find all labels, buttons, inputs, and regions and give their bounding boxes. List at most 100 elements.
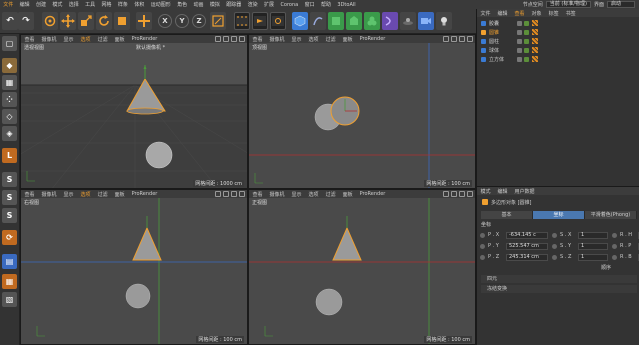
menu-create[interactable]: 创建 (33, 1, 49, 8)
section-quaternion[interactable]: 四元 (481, 275, 637, 283)
keyframe-dot[interactable] (612, 254, 617, 260)
keyframe-dot[interactable] (552, 243, 557, 249)
extrude-icon[interactable] (346, 12, 362, 30)
selected-tool-icon[interactable] (114, 12, 130, 30)
cube-object-icon[interactable] (292, 12, 308, 30)
om-tab-file[interactable]: 文件 (477, 10, 494, 17)
model-mode-icon[interactable]: ◆ (2, 58, 17, 73)
axis-x-button[interactable]: X (158, 14, 172, 28)
maximize-icon[interactable] (467, 191, 473, 197)
tweak-icon[interactable]: ▧ (2, 292, 17, 307)
menu-character[interactable]: 角色 (174, 1, 190, 8)
zoom-icon[interactable] (223, 191, 229, 197)
orbit-icon[interactable] (459, 36, 465, 42)
layer-flag-icon[interactable] (517, 29, 522, 35)
pen-spline-icon[interactable] (310, 12, 326, 30)
vp-menu-cameras[interactable]: 摄像机 (266, 36, 288, 43)
vp-menu-cameras[interactable]: 摄像机 (38, 36, 60, 43)
viewport-right[interactable]: 查看 摄像机 显示 选项 过滤 面板 ProRender 右视图 网格间距 : … (20, 189, 248, 345)
cloner-icon[interactable] (364, 12, 380, 30)
viewport-perspective[interactable]: 查看 摄像机 显示 选项 过滤 面板 ProRender 透视视图 默认摄像机 … (20, 34, 248, 189)
live-select-icon[interactable] (42, 12, 58, 30)
menu-select[interactable]: 选择 (66, 1, 82, 8)
scale-z-field[interactable]: 1 (578, 253, 608, 261)
interface-select[interactable]: 启动 (607, 1, 635, 8)
material-tag-icon[interactable] (532, 38, 538, 44)
vp-menu-cameras[interactable]: 摄像机 (38, 191, 60, 198)
environment-icon[interactable] (400, 12, 416, 30)
keyframe-dot[interactable] (480, 254, 485, 260)
viewport-front[interactable]: 查看 摄像机 显示 选项 过滤 面板 ProRender 正视图 网格间距 : … (248, 189, 476, 345)
menu-3dtoall[interactable]: 3DtoAll (334, 2, 359, 8)
menu-mesh[interactable]: 网格 (98, 1, 114, 8)
attr-tab-mode[interactable]: 模式 (477, 188, 494, 195)
keyframe-dot[interactable] (552, 232, 557, 238)
points-mode-icon[interactable]: ⁘ (2, 92, 17, 107)
layer-icon[interactable]: ▦ (2, 274, 17, 289)
visible-flag-icon[interactable] (524, 20, 529, 26)
object-row-cube[interactable]: 立方体 (481, 55, 538, 63)
layer-flag-icon[interactable] (517, 38, 522, 44)
vp-menu-options[interactable]: 选项 (77, 36, 94, 43)
visible-flag-icon[interactable] (524, 47, 529, 53)
snap-settings-icon[interactable]: S (2, 190, 17, 205)
vp-menu-options[interactable]: 选项 (77, 191, 94, 198)
solo-icon[interactable]: ⟳ (2, 230, 17, 245)
vp-menu-prorender[interactable]: ProRender (356, 191, 389, 197)
vp-menu-display[interactable]: 显示 (288, 191, 305, 198)
orbit-icon[interactable] (231, 191, 237, 197)
vp-menu-cameras[interactable]: 摄像机 (266, 191, 288, 198)
vp-menu-filter[interactable]: 过滤 (94, 36, 111, 43)
deformer-icon[interactable] (382, 12, 398, 30)
menu-window[interactable]: 窗口 (301, 1, 317, 8)
keyframe-dot[interactable] (480, 232, 485, 238)
layer-flag-icon[interactable] (517, 20, 522, 26)
orbit-icon[interactable] (459, 191, 465, 197)
vp-menu-prorender[interactable]: ProRender (128, 36, 161, 42)
light-icon[interactable] (436, 12, 452, 30)
scale-x-field[interactable]: 1 (578, 231, 608, 239)
visible-flag-icon[interactable] (524, 56, 529, 62)
pan-icon[interactable] (215, 36, 221, 42)
visible-flag-icon[interactable] (524, 29, 529, 35)
object-row-capsule[interactable]: 胶囊 (481, 19, 538, 27)
render-active-icon[interactable] (252, 12, 268, 30)
polygons-mode-icon[interactable]: ◈ (2, 126, 17, 141)
move-tool-icon[interactable] (60, 12, 76, 30)
menu-corona[interactable]: Corona (277, 2, 301, 8)
menu-edit[interactable]: 编辑 (16, 1, 32, 8)
pos-y-field[interactable]: 525.547 cm (506, 242, 548, 250)
vp-menu-panel[interactable]: 面板 (339, 191, 356, 198)
pos-z-field[interactable]: 245.314 cm (506, 253, 548, 261)
vp-menu-panel[interactable]: 面板 (111, 191, 128, 198)
pan-icon[interactable] (443, 191, 449, 197)
om-tab-edit[interactable]: 编辑 (494, 10, 511, 17)
vp-menu-options[interactable]: 选项 (305, 191, 322, 198)
menu-mograph[interactable]: 运动图形 (148, 1, 174, 8)
orbit-icon[interactable] (231, 36, 237, 42)
texture-mode-icon[interactable]: ▦ (2, 75, 17, 90)
vp-menu-view[interactable]: 查看 (249, 191, 266, 198)
mode-tab-basic[interactable]: 基本 (481, 211, 533, 219)
menu-mode[interactable]: 模式 (49, 1, 65, 8)
vp-menu-display[interactable]: 显示 (288, 36, 305, 43)
menu-extensions[interactable]: 扩展 (261, 1, 277, 8)
scale-y-field[interactable]: 1 (578, 242, 608, 250)
om-tab-bookmarks[interactable]: 书签 (562, 10, 579, 17)
vp-menu-view[interactable]: 查看 (249, 36, 266, 43)
vp-menu-filter[interactable]: 过滤 (322, 36, 339, 43)
vp-menu-filter[interactable]: 过滤 (322, 191, 339, 198)
lock-workplane-icon[interactable]: S (2, 208, 17, 223)
vp-menu-panel[interactable]: 面板 (339, 36, 356, 43)
material-tag-icon[interactable] (532, 29, 538, 35)
attr-tab-edit[interactable]: 编辑 (494, 188, 511, 195)
om-tab-view[interactable]: 查看 (511, 10, 528, 17)
om-tab-tags[interactable]: 标签 (545, 10, 562, 17)
material-tag-icon[interactable] (532, 56, 538, 62)
vp-menu-panel[interactable]: 面板 (111, 36, 128, 43)
vp-menu-display[interactable]: 显示 (60, 36, 77, 43)
object-row-sphere[interactable]: 球体 (481, 46, 538, 54)
node-space-select[interactable]: 当前 (标准/物理) (545, 1, 591, 8)
render-view-icon[interactable] (234, 12, 250, 30)
object-row-cylinder[interactable]: 圆柱 (481, 37, 538, 45)
